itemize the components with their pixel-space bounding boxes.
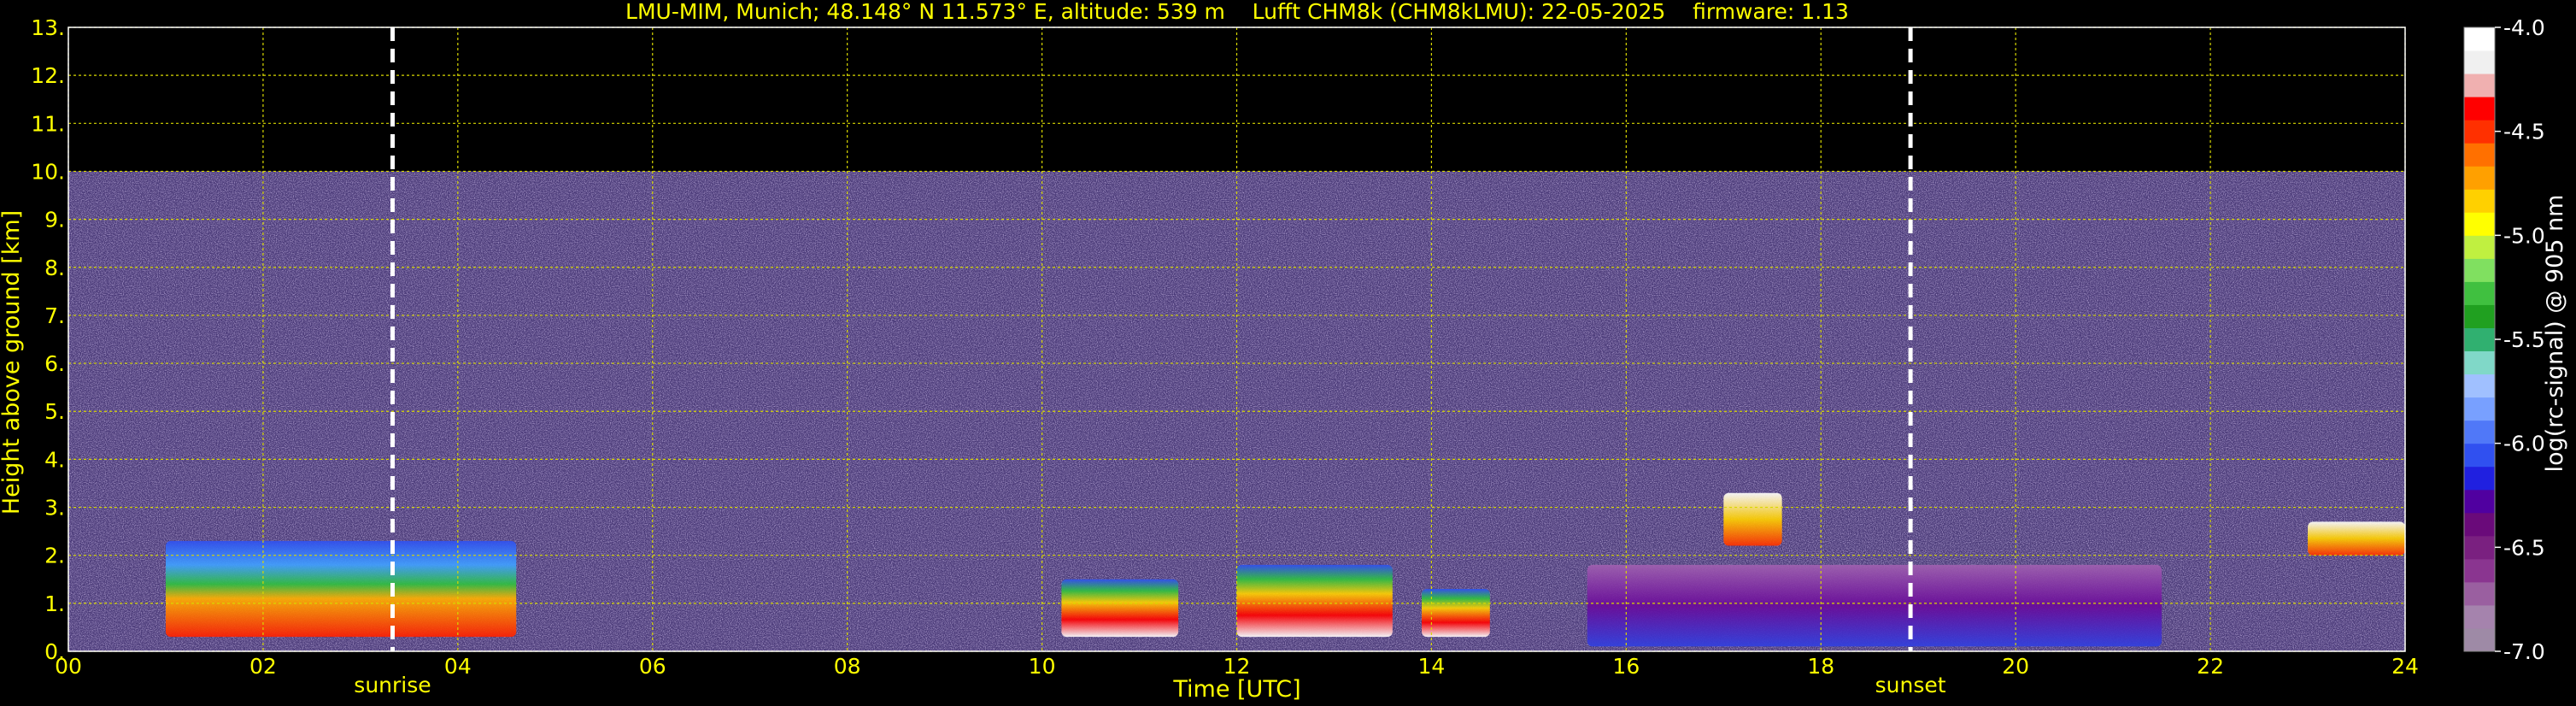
sunset-label: sunset [1875, 673, 1946, 697]
layer-6 [2308, 521, 2405, 556]
x-tick-label: 20 [2002, 654, 2029, 679]
y-tick-label: 12. [31, 63, 65, 88]
layer-1 [1061, 579, 1179, 638]
chart-title: LMU-MIM, Munich; 48.148° N 11.573° E, al… [625, 0, 1849, 24]
colorbar-segment [2464, 604, 2495, 629]
colorbar-segment [2464, 374, 2495, 398]
colorbar-segment [2464, 212, 2495, 236]
y-tick-label: 3. [44, 496, 65, 521]
colorbar-segment [2464, 443, 2495, 468]
y-tick-label: 0. [44, 639, 65, 664]
y-tick-label: 9. [44, 208, 65, 232]
y-tick-label: 8. [44, 256, 65, 280]
x-tick-label: 12 [1223, 654, 1251, 679]
layer-2 [1236, 564, 1393, 638]
colorbar-segment [2464, 304, 2495, 328]
colorbar-segment [2464, 581, 2495, 606]
x-tick-label: 16 [1612, 654, 1640, 679]
x-tick-label: 08 [834, 654, 861, 679]
colorbar-segment [2464, 189, 2495, 213]
y-tick-label: 10. [31, 159, 65, 184]
colorbar-segment [2464, 235, 2495, 259]
colorbar-segment [2464, 420, 2495, 444]
layer-4 [1587, 564, 2162, 647]
y-tick-label: 11. [31, 111, 65, 136]
x-tick-label: 02 [249, 654, 277, 679]
colorbar-tick-label: -6.0 [2503, 432, 2545, 456]
colorbar: -4.0 -4.5 -5.0 -5.5 -6.0 -6.5 -7.0 [2463, 15, 2545, 664]
colorbar-segment [2464, 120, 2495, 144]
colorbar-segment [2464, 143, 2495, 167]
x-tick-label: 14 [1418, 654, 1446, 679]
colorbar-segment [2464, 258, 2495, 282]
colorbar-segment [2464, 281, 2495, 305]
colorbar-tick-label: -4.0 [2503, 15, 2545, 40]
y-tick-label: 6. [44, 351, 65, 376]
y-tick-label: 7. [44, 303, 65, 328]
x-tick-label: 22 [2197, 654, 2224, 679]
colorbar-label: log(rc-signal) @ 905 nm [2542, 195, 2568, 473]
colorbar-tick-label: -6.5 [2503, 535, 2545, 560]
colorbar-segment [2464, 327, 2495, 352]
sunrise-label: sunrise [354, 673, 431, 697]
x-tick-label: 10 [1029, 654, 1056, 679]
colorbar-segment [2464, 489, 2495, 514]
colorbar-segment [2464, 97, 2495, 121]
colorbar-segment [2464, 350, 2495, 375]
x-tick-label: 18 [1807, 654, 1834, 679]
layer-5 [1723, 492, 1782, 546]
y-axis-label: Height above ground [km] [0, 210, 25, 515]
y-tick-label: 4. [44, 447, 65, 472]
colorbar-tick-label: -5.0 [2503, 223, 2545, 248]
colorbar-segment [2464, 50, 2495, 74]
y-tick-label: 5. [44, 399, 65, 424]
x-tick-label: 24 [2391, 654, 2419, 679]
colorbar-tick-label: -7.0 [2503, 639, 2545, 664]
x-axis-label: Time [UTC] [1172, 676, 1300, 703]
ceilometer-chart: sunrise sunset 00 02 04 06 08 10 12 14 16 18 20 22 24… [0, 0, 2568, 703]
colorbar-segment [2464, 166, 2495, 190]
colorbar-segment [2464, 558, 2495, 583]
x-tick-label: 06 [639, 654, 666, 679]
y-tick-label: 13. [31, 15, 65, 40]
y-tick-label: 1. [44, 591, 65, 616]
colorbar-segment [2464, 74, 2495, 97]
colorbar-segment [2464, 466, 2495, 491]
colorbar-segment [2464, 512, 2495, 537]
x-tick-label: 04 [444, 654, 472, 679]
colorbar-segment [2464, 27, 2495, 51]
colorbar-segment [2464, 535, 2495, 560]
colorbar-segment [2464, 397, 2495, 421]
colorbar-tick-label: -5.5 [2503, 327, 2545, 352]
y-tick-label: 2. [44, 544, 65, 568]
colorbar-segment [2464, 627, 2495, 652]
colorbar-tick-label: -4.5 [2503, 120, 2545, 144]
